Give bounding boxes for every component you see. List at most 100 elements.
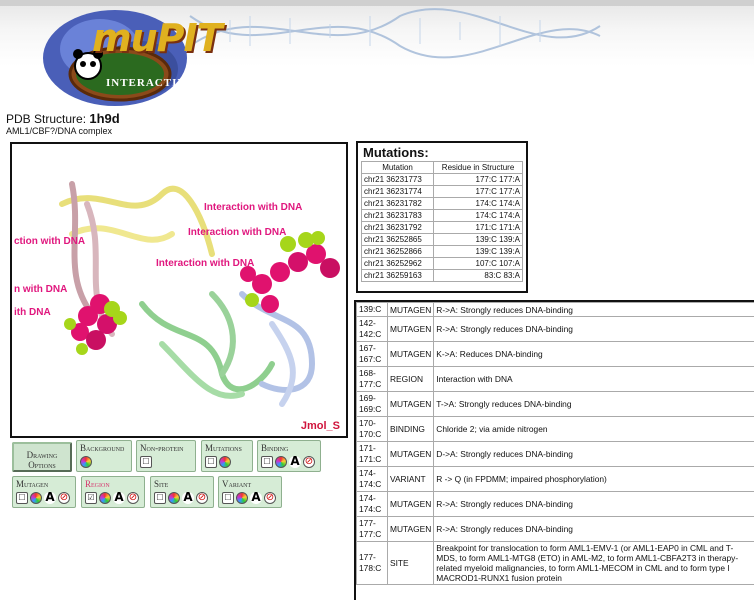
toggle-icon[interactable]: ☐ <box>140 456 152 468</box>
residue-cell: 139:C 139:A <box>433 233 523 246</box>
mutation-cell: chr21 36259163 <box>360 269 435 282</box>
table-row[interactable]: chr21 36259163 83:C 83:A <box>360 269 523 282</box>
region-control[interactable]: Region ☑ A ⊘ <box>81 476 145 508</box>
logo-subtitle: INTERACTIVE <box>106 77 195 89</box>
table-row[interactable]: 174- 174:C MUTAGEN R->A: Strongly reduces … <box>356 491 754 517</box>
description-cell: R->A: Strongly reduces DNA-binding <box>433 491 754 517</box>
type-cell: REGION <box>386 366 435 392</box>
residue-cell: 107:C 107:A <box>433 257 523 270</box>
table-row[interactable]: 171- 171:C MUTAGEN D->A: Strongly reduces … <box>356 441 754 467</box>
jmol-watermark: Jmol_S <box>300 420 340 432</box>
color-wheel-icon[interactable] <box>275 456 287 468</box>
residue-cell: 177:C 177:A <box>433 173 523 186</box>
label-icon[interactable]: A <box>113 491 125 504</box>
description-cell: Breakpoint for translocation to form AML… <box>433 541 754 585</box>
table-row[interactable]: chr21 36231792 171:C 171:A <box>360 221 523 234</box>
mutagen-control[interactable]: Mutagen ☐ A ⊘ <box>12 476 76 508</box>
table-row[interactable]: 177- 177:C MUTAGEN R->A: Strongly reduces … <box>356 516 754 542</box>
color-wheel-icon[interactable] <box>236 492 248 504</box>
type-cell: MUTAGEN <box>386 316 435 342</box>
hide-icon[interactable]: ⊘ <box>196 492 208 504</box>
description-cell: K->A: Reduces DNA-binding <box>433 341 754 367</box>
table-row[interactable]: chr21 36231773 177:C 177:A <box>360 173 523 186</box>
position-cell: 167- 167:C <box>356 341 388 367</box>
residue-cell: 83:C 83:A <box>433 269 523 282</box>
non-protein-control[interactable]: Non-protein ☐ <box>136 440 196 472</box>
type-cell: MUTAGEN <box>386 516 435 542</box>
hide-icon[interactable]: ⊘ <box>303 456 315 468</box>
table-row[interactable]: chr21 36252866 139:C 139:A <box>360 245 523 258</box>
mutation-cell: chr21 36231782 <box>360 197 435 210</box>
table-row[interactable]: chr21 36231782 174:C 174:A <box>360 197 523 210</box>
residue-cell: 139:C 139:A <box>433 245 523 258</box>
variant-control[interactable]: Variant ☐ A ⊘ <box>218 476 282 508</box>
description-cell: T->A: Strongly reduces DNA-binding <box>433 391 754 417</box>
binding-label: Binding <box>261 443 289 453</box>
description-cell: Interaction with DNA <box>433 366 754 392</box>
toggle-icon[interactable]: ☑ <box>85 492 97 504</box>
label-icon[interactable]: A <box>182 491 194 504</box>
table-row[interactable]: 174- 174:C VARIANT R -> Q (in FPDMM; impai… <box>356 466 754 492</box>
table-row[interactable]: 177- 178:C SITE Breakpoint for translocati… <box>356 541 754 585</box>
label-icon[interactable]: A <box>289 455 301 468</box>
position-cell: 139:C <box>356 302 388 317</box>
table-row[interactable]: 170- 170:C BINDING Chloride 2; via amide n… <box>356 416 754 442</box>
binding-control[interactable]: Binding ☐ A ⊘ <box>257 440 321 472</box>
toggle-icon[interactable]: ☐ <box>222 492 234 504</box>
mutation-cell: chr21 36252866 <box>360 245 435 258</box>
toggle-icon[interactable]: ☐ <box>154 492 166 504</box>
type-cell: MUTAGEN <box>386 302 435 317</box>
site-control[interactable]: Site ☐ A ⊘ <box>150 476 214 508</box>
mutations-table: Mutation Residue in Structure chr21 3623… <box>360 161 523 282</box>
label-icon[interactable]: A <box>44 491 56 504</box>
mupit-logo[interactable]: muPIT INTERACTIVE <box>40 4 223 112</box>
drawing-options-label: Drawing Options <box>26 450 58 470</box>
table-row[interactable]: 169- 169:C MUTAGEN T->A: Strongly reduces … <box>356 391 754 417</box>
mutations-panel: Mutations: Mutation Residue in Structure… <box>356 141 528 293</box>
table-row[interactable]: chr21 36231783 174:C 174:A <box>360 209 523 222</box>
mutation-cell: chr21 36252865 <box>360 233 435 246</box>
label-icon[interactable]: A <box>250 491 262 504</box>
table-row[interactable]: 167- 167:C MUTAGEN K->A: Reduces DNA-bindi… <box>356 341 754 367</box>
residue-cell: 174:C 174:A <box>433 209 523 222</box>
jmol-viewer[interactable]: Interaction with DNA Interaction with DN… <box>10 142 348 438</box>
toggle-icon[interactable]: ☐ <box>16 492 28 504</box>
type-cell: MUTAGEN <box>386 441 435 467</box>
table-row[interactable]: chr21 36252865 139:C 139:A <box>360 233 523 246</box>
position-cell: 142- 142:C <box>356 316 388 342</box>
position-cell: 174- 174:C <box>356 466 388 492</box>
background-control[interactable]: Background <box>76 440 132 472</box>
position-cell: 177- 177:C <box>356 516 388 542</box>
color-wheel-icon[interactable] <box>80 456 92 468</box>
color-wheel-icon[interactable] <box>219 456 231 468</box>
table-row[interactable]: chr21 36231774 177:C 177:A <box>360 185 523 198</box>
table-row[interactable]: chr21 36252962 107:C 107:A <box>360 257 523 270</box>
color-wheel-icon[interactable] <box>30 492 42 504</box>
drawing-options-button[interactable]: Drawing Options <box>12 442 72 472</box>
table-row[interactable]: 139:C MUTAGEN R->A: Strongly reduces DNA-b… <box>356 302 754 317</box>
table-row[interactable]: 142- 142:C MUTAGEN R->A: Strongly reduces … <box>356 316 754 342</box>
hide-icon[interactable]: ⊘ <box>127 492 139 504</box>
color-wheel-icon[interactable] <box>99 492 111 504</box>
viewer-label: n with DNA <box>14 284 68 295</box>
residue-cell: 177:C 177:A <box>433 185 523 198</box>
feature-annotations-panel: 139:C MUTAGEN R->A: Strongly reduces DNA-b… <box>354 300 754 600</box>
color-wheel-icon[interactable] <box>168 492 180 504</box>
description-cell: R->A: Strongly reduces DNA-binding <box>433 302 754 317</box>
hide-icon[interactable]: ⊘ <box>58 492 70 504</box>
position-cell: 170- 170:C <box>356 416 388 442</box>
position-cell: 174- 174:C <box>356 491 388 517</box>
toggle-icon[interactable]: ☐ <box>261 456 273 468</box>
pdb-id: 1h9d <box>89 111 120 126</box>
hide-icon[interactable]: ⊘ <box>264 492 276 504</box>
toggle-icon[interactable]: ☐ <box>205 456 217 468</box>
description-cell: R->A: Strongly reduces DNA-binding <box>433 516 754 542</box>
table-row[interactable]: 168- 177:C REGION Interaction with DNA <box>356 366 754 392</box>
mutations-label: Mutations <box>205 443 242 453</box>
column-header: Residue in Structure <box>433 161 523 174</box>
mutation-cell: chr21 36231792 <box>360 221 435 234</box>
variant-label: Variant <box>222 479 252 489</box>
mutations-control[interactable]: Mutations ☐ <box>201 440 253 472</box>
mutagen-label: Mutagen <box>16 479 49 489</box>
position-cell: 169- 169:C <box>356 391 388 417</box>
